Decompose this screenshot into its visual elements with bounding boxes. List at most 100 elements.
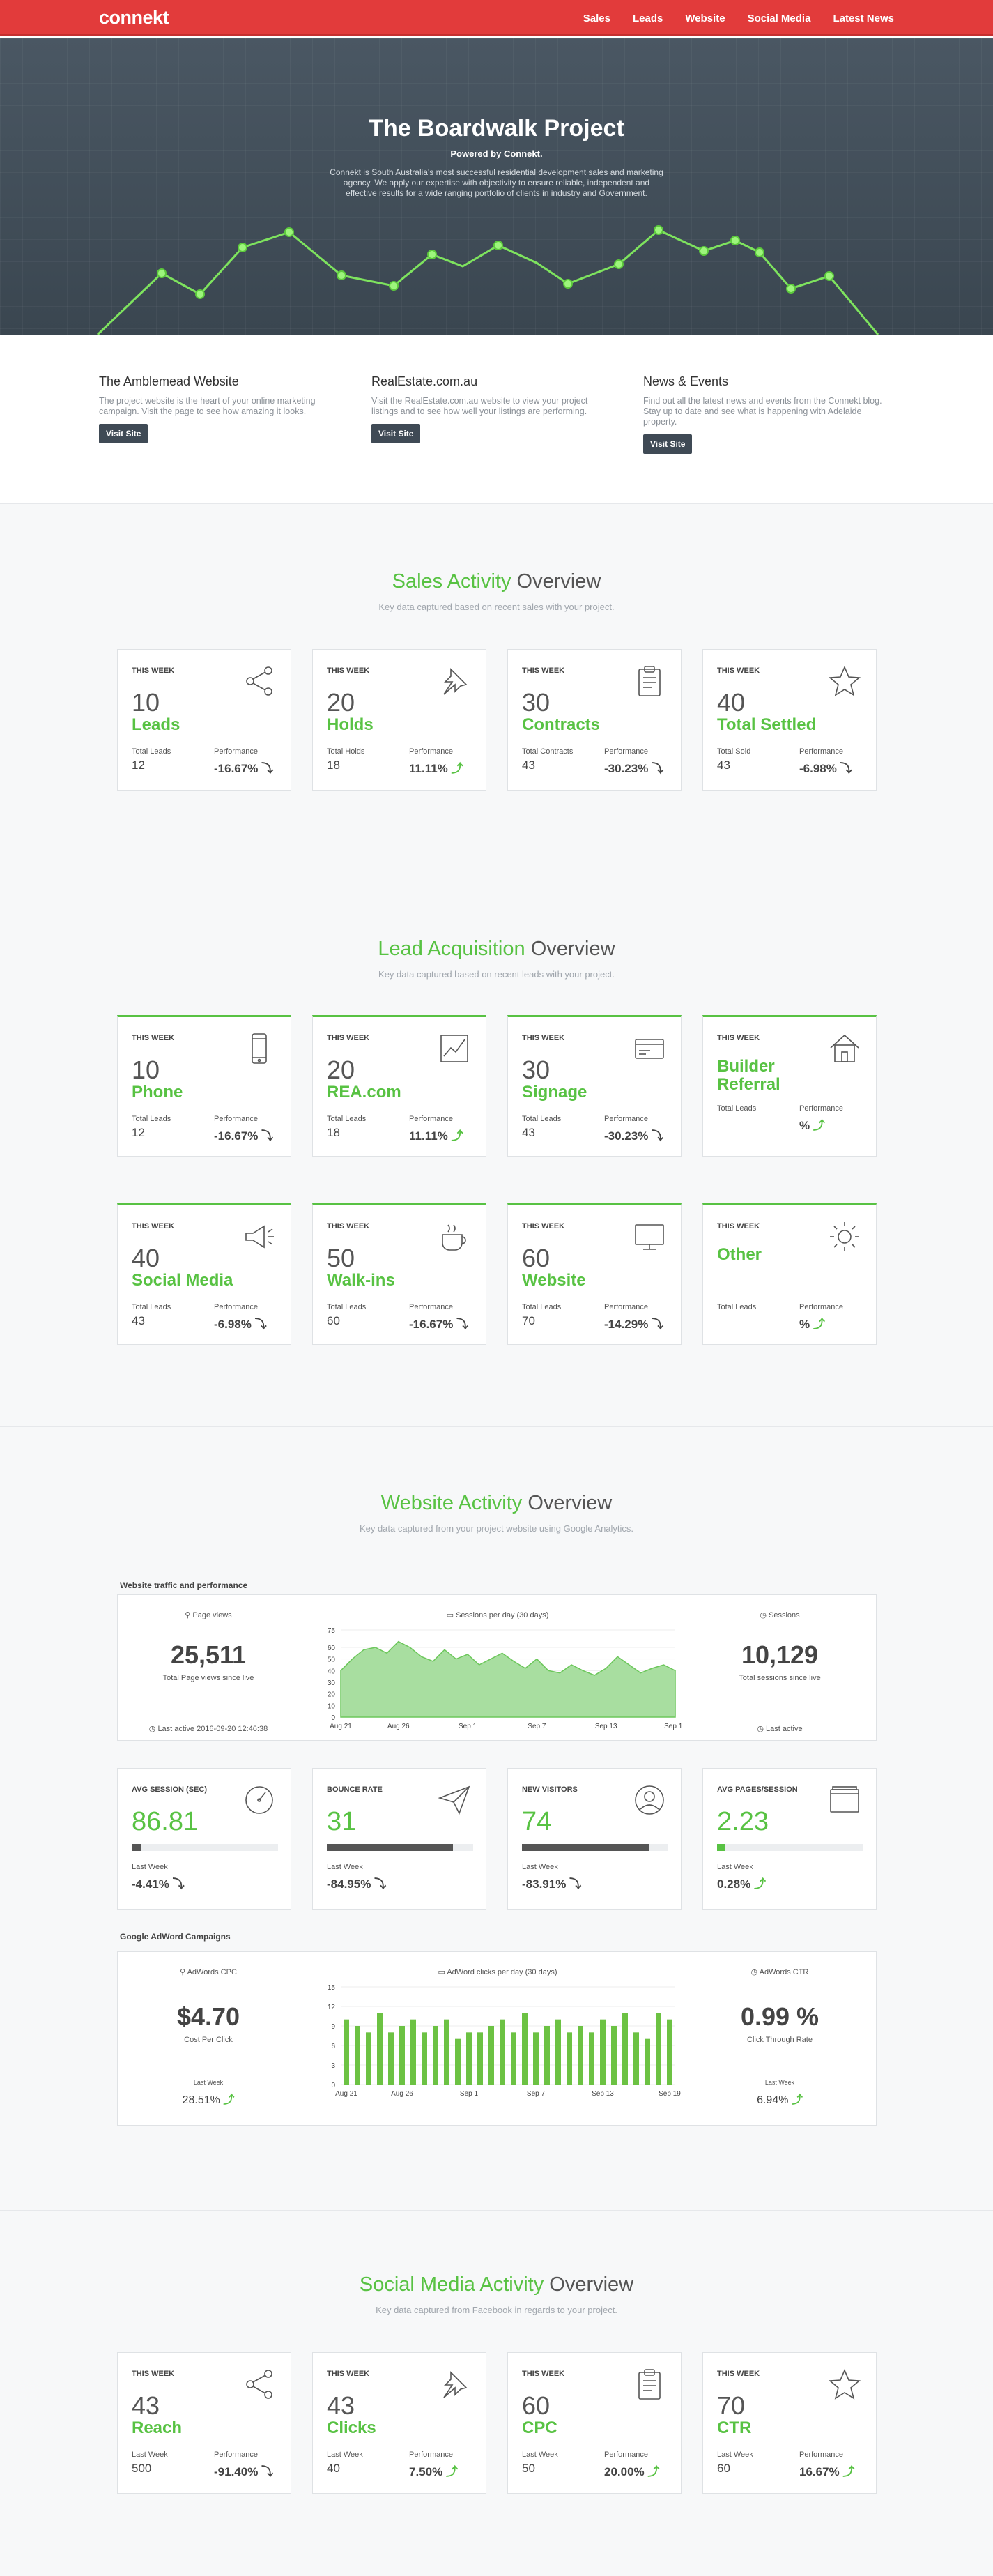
nav-website[interactable]: Website — [685, 13, 725, 24]
trend-down-icon: ⤵ — [652, 762, 664, 775]
card-value-2: % ⤴ — [799, 1119, 825, 1132]
ctr-caption: Click Through Rate — [747, 2036, 813, 2044]
card-week-label: THIS WEEK — [717, 666, 760, 675]
card-week-label: THIS WEEK — [522, 2370, 565, 2378]
y-tick-label: 50 — [328, 1656, 336, 1664]
visit-site-button[interactable]: Visit Site — [371, 424, 421, 443]
stat-delta: -83.91% ⤵ — [522, 1877, 582, 1891]
trend-up-icon: ⤴ — [451, 762, 463, 775]
card-number: 20 — [327, 1055, 355, 1084]
logo[interactable]: connekt — [99, 7, 169, 29]
clicks-bar — [444, 2019, 449, 2085]
x-tick-label: Sep 19 — [659, 2090, 681, 2098]
monitor-icon — [635, 1224, 664, 1250]
stat-last-week: Last Week — [327, 1863, 363, 1871]
card-key-2: Performance — [604, 1115, 648, 1123]
y-tick-label: 30 — [328, 1679, 336, 1687]
y-tick-label: 15 — [328, 1984, 336, 1992]
stat-progress-bar — [717, 1844, 863, 1851]
clicks-bar-chart: 0 3 6 9 12 15 Aug 21 Aug 26 Sep 1 Sep 7 Sep 13 Sep … — [328, 1984, 681, 2098]
card-value-1: 500 — [132, 2462, 152, 2475]
ctr-head: ◷ AdWords CTR — [750, 1968, 809, 1976]
nav-latest-news[interactable]: Latest News — [833, 13, 894, 24]
clicks-bar — [455, 2038, 461, 2085]
card-label: CTR — [717, 2418, 752, 2437]
section-title: Website Activity Overview — [380, 1492, 613, 1514]
trend-up-icon: ⤴ — [813, 1318, 825, 1331]
card-week-label: THIS WEEK — [327, 1034, 370, 1042]
card-week-label: THIS WEEK — [132, 1222, 175, 1230]
stat-value: 86.81 — [132, 1807, 199, 1836]
card-value-1: 18 — [327, 1126, 340, 1139]
sessions-caption: Total sessions since live — [739, 1674, 821, 1682]
card-label: Builder Referral — [717, 1057, 780, 1094]
card-week-label: THIS WEEK — [717, 1034, 760, 1042]
clipboard-icon — [638, 666, 661, 696]
card-week-label: THIS WEEK — [717, 2370, 760, 2378]
card-key-2: Performance — [214, 747, 258, 756]
gauge-icon — [245, 1786, 273, 1814]
card-number: 40 — [717, 688, 746, 717]
user-icon — [635, 1785, 664, 1815]
card-key-1: Total Leads — [132, 1303, 171, 1311]
card-key-2: Performance — [409, 1115, 453, 1123]
card-label: Total Settled — [717, 715, 817, 734]
trend-down-icon: ⤵ — [254, 1318, 267, 1331]
card-label: Reach — [132, 2418, 183, 2437]
card-value-1: 50 — [522, 2462, 535, 2475]
y-tick-label: 3 — [331, 2062, 335, 2070]
stat-last-week: Last Week — [717, 1863, 753, 1871]
trend-up-icon: ⤴ — [842, 2465, 855, 2478]
stat-value: 74 — [522, 1807, 552, 1836]
section-title: Lead Acquisition Overview — [378, 938, 615, 960]
visit-site-button[interactable]: Visit Site — [99, 424, 148, 443]
card-value-1: 60 — [327, 1314, 340, 1327]
clicks-bar — [355, 2026, 360, 2085]
card-key-1: Total Leads — [522, 1303, 562, 1311]
link-title: The Amblemead Website — [99, 374, 239, 388]
card-number: 40 — [132, 1244, 160, 1272]
clicks-bar — [633, 2032, 639, 2085]
nav-sales[interactable]: Sales — [583, 13, 610, 24]
cpc-value: $4.70 — [176, 2002, 240, 2031]
nav-social-media[interactable]: Social Media — [748, 13, 811, 24]
stat-delta: -4.41% ⤵ — [132, 1877, 185, 1891]
card-key-1: Total Sold — [717, 747, 751, 756]
stat-label: NEW VISITORS — [522, 1785, 578, 1794]
card-key-2: Performance — [799, 2451, 843, 2459]
card-number: 10 — [132, 688, 160, 717]
card-value-2: 7.50% ⤴ — [409, 2465, 458, 2478]
sessions-head: ◷ Sessions — [760, 1611, 800, 1619]
card-label: Social Media — [132, 1271, 233, 1290]
pin-icon — [443, 668, 468, 695]
card-number: 50 — [327, 1244, 355, 1272]
clicks-bar — [522, 2013, 528, 2085]
star-icon — [828, 2368, 861, 2400]
card-week-label: THIS WEEK — [327, 2370, 370, 2378]
card-label: Leads — [132, 715, 180, 734]
stat-label: AVG SESSION (SEC) — [132, 1785, 207, 1794]
clicks-bar — [589, 2032, 594, 2085]
x-tick-label: Sep 1 — [459, 1723, 477, 1730]
metric-card: THIS WEEK Other Total Leads Performance % ⤴ — [702, 1203, 877, 1345]
clicks-bar — [645, 2038, 650, 2085]
clicks-bar — [667, 2019, 672, 2085]
trend-down-icon: ⤵ — [840, 762, 852, 775]
link-title: News & Events — [643, 374, 729, 388]
clicks-bar — [511, 2032, 516, 2085]
card-value-2: 11.11% ⤴ — [409, 1129, 463, 1143]
nav-leads[interactable]: Leads — [633, 13, 663, 24]
home-icon — [830, 1034, 859, 1062]
card-value-1: 40 — [327, 2462, 340, 2475]
link-column-realestate: RealEstate.com.au Visit the RealEstate.c… — [371, 374, 615, 443]
clicks-bar — [567, 2032, 572, 2085]
card-key-2: Performance — [799, 1104, 843, 1113]
visit-site-button[interactable]: Visit Site — [643, 434, 693, 454]
card-key-2: Performance — [604, 2451, 648, 2459]
clicks-bar — [488, 2026, 494, 2085]
traffic-label: Website traffic and performance — [120, 1580, 248, 1590]
card-value-2: 11.11% ⤴ — [409, 762, 463, 775]
metric-card: THIS WEEK 43 Reach Last Week Performance 500 -… — [117, 2352, 291, 2494]
card-number: 70 — [717, 2391, 746, 2420]
star-icon — [828, 665, 861, 696]
